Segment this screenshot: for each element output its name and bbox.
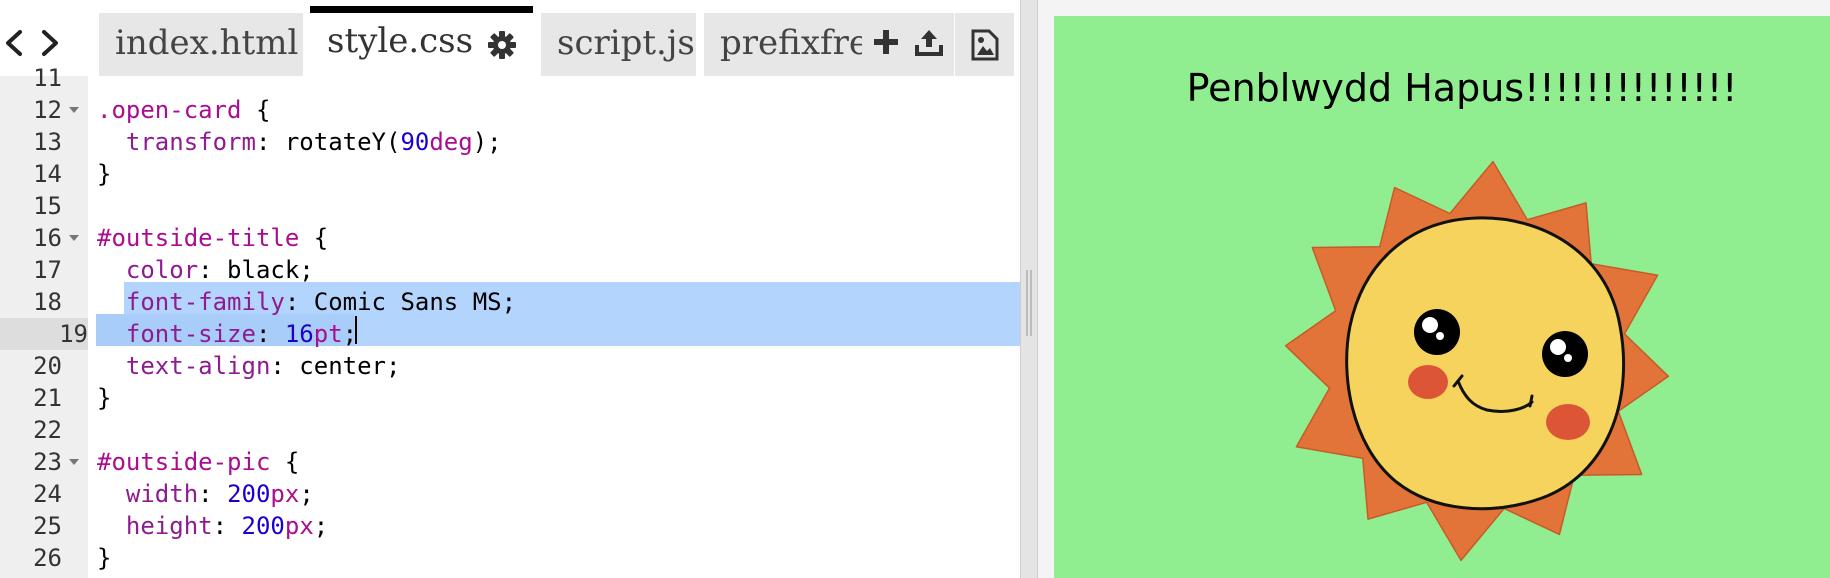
pane-gap <box>1038 0 1054 578</box>
tab-bar: index.html style.css script.js prefixfre <box>0 0 1020 76</box>
tab-script-js[interactable]: script.js <box>541 13 696 76</box>
code-line: transform: rotateY(90deg); <box>125 128 502 156</box>
line-number: 12 <box>33 96 62 124</box>
line-number: 16 <box>33 224 62 252</box>
code-line: #outside-title { <box>97 224 329 252</box>
line-number: 20 <box>33 352 62 380</box>
tab-label: index.html <box>115 23 299 63</box>
right-cheek <box>1546 404 1590 440</box>
upload-icon[interactable] <box>909 22 949 62</box>
code-line: } <box>97 384 112 412</box>
code-line: color: black; <box>125 256 314 284</box>
tab-style-css[interactable]: style.css <box>310 6 533 76</box>
code-line: font-size: 16pt; <box>125 320 358 348</box>
card-title: Penblwydd Hapus!!!!!!!!!!!!!! <box>1186 66 1738 110</box>
tab-prefixfree[interactable]: prefixfree <box>704 13 862 76</box>
code-line: } <box>97 160 112 188</box>
line-number: 25 <box>33 512 62 540</box>
code-area[interactable]: 11 12 13 14 15 16 17 18 19 20 21 22 23 2… <box>0 64 1020 578</box>
tab-index-html[interactable]: index.html <box>99 13 303 76</box>
left-eye <box>1414 309 1460 355</box>
line-number: 26 <box>33 544 62 572</box>
fold-arrow-icon[interactable] <box>69 459 79 465</box>
code-line: width: 200px; <box>125 480 314 508</box>
tab-label: style.css <box>327 21 474 61</box>
code-line: text-align: center; <box>125 352 401 380</box>
line-number: 11 <box>33 64 62 92</box>
line-number: 17 <box>33 256 62 284</box>
left-cheek <box>1408 365 1448 399</box>
line-number: 14 <box>33 160 62 188</box>
line-number: 24 <box>33 480 62 508</box>
line-number: 23 <box>33 448 62 476</box>
drag-handle-icon[interactable] <box>1026 270 1032 336</box>
gear-icon[interactable] <box>487 30 517 64</box>
right-eye <box>1542 331 1588 377</box>
code-editor-panel: index.html style.css script.js prefixfre… <box>0 0 1020 578</box>
code-line: #outside-pic { <box>97 448 300 476</box>
preview-panel: Penblwydd Hapus!!!!!!!!!!!!!! <box>1054 16 1830 578</box>
code-line: } <box>97 544 112 572</box>
line-number: 13 <box>33 128 62 156</box>
code-line: .open-card { <box>97 96 271 124</box>
tab-label: prefixfree <box>720 23 862 63</box>
line-number: 15 <box>33 192 62 220</box>
code-line: font-family: Comic Sans MS; <box>125 288 517 316</box>
line-number: 18 <box>33 288 62 316</box>
tab-label: script.js <box>557 23 695 63</box>
fold-arrow-icon[interactable] <box>69 107 79 113</box>
pane-splitter[interactable] <box>1020 0 1038 578</box>
fold-arrow-icon[interactable] <box>69 235 79 241</box>
code-line: height: 200px; <box>125 512 329 540</box>
line-number: 21 <box>33 384 62 412</box>
current-line-number: 19 <box>0 318 88 350</box>
chevron-right-icon[interactable] <box>34 26 68 60</box>
line-number: 22 <box>33 416 62 444</box>
chevron-left-icon[interactable] <box>0 26 34 60</box>
image-icon[interactable] <box>955 13 1014 76</box>
sun-image <box>1284 160 1670 562</box>
line-number: 27 <box>0 574 62 578</box>
preview-top-margin <box>1054 0 1830 16</box>
line-number-gutter: 11 12 13 14 15 16 17 18 19 20 21 22 23 2… <box>0 64 88 578</box>
plus-icon[interactable] <box>866 22 906 62</box>
